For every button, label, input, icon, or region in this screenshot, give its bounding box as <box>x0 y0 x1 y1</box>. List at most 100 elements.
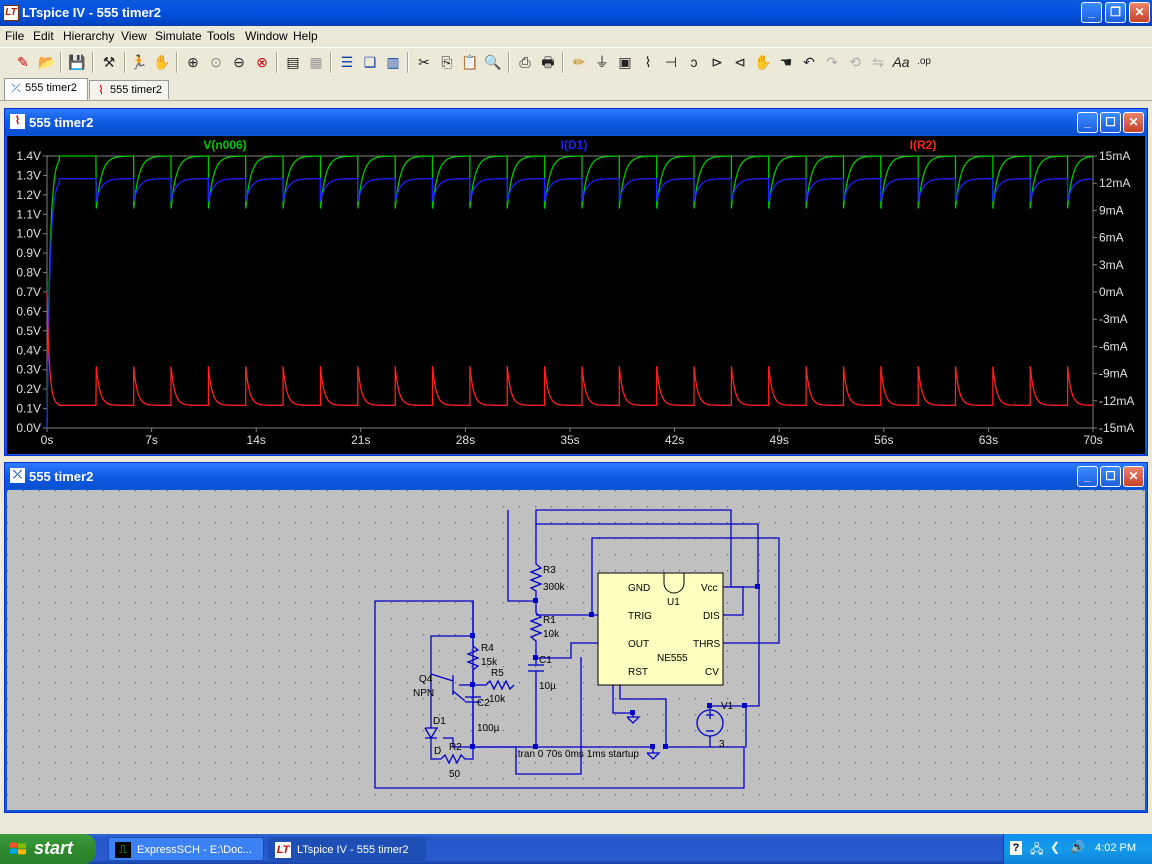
rotate-icon[interactable]: ⟲ <box>846 53 864 71</box>
capacitor-icon[interactable]: ⊣ <box>662 53 680 71</box>
control-panel-icon[interactable]: ⚒ <box>100 53 118 71</box>
legend-entry[interactable]: V(n006) <box>203 138 246 152</box>
d1-value: D <box>434 746 441 757</box>
close-button[interactable]: ✕ <box>1129 2 1150 23</box>
plot-window-title-bar[interactable]: ⌇ 555 timer2 _ ☐ ✕ <box>5 109 1147 135</box>
zoom-full-icon[interactable]: ⊗ <box>253 53 271 71</box>
tile-vertical-icon[interactable]: ▥ <box>384 53 402 71</box>
menu-edit[interactable]: Edit <box>33 29 54 43</box>
plot-close-button[interactable]: ✕ <box>1123 112 1144 133</box>
y-left-tick-label: 0.9V <box>16 246 41 260</box>
main-title-bar[interactable]: LT LTspice IV - 555 timer2 _ ❐ ✕ <box>0 0 1152 26</box>
plot-maximize-button[interactable]: ☐ <box>1100 112 1121 133</box>
print-icon[interactable]: 🖶 <box>539 53 557 71</box>
volume-icon[interactable]: 🔊 <box>1070 840 1085 854</box>
menu-bar: File Edit Hierarchy View Simulate Tools … <box>0 26 1152 46</box>
zoom-pan-icon[interactable]: ⊙ <box>207 53 225 71</box>
x-tick-label: 14s <box>247 433 266 447</box>
label-net-icon[interactable]: ▣ <box>616 53 634 71</box>
autorange-icon[interactable]: ▤ <box>284 53 302 71</box>
q4-label: Q4 <box>419 674 433 685</box>
tray-expand-icon[interactable]: ❮ <box>1050 840 1060 854</box>
y-left-tick-label: 0.1V <box>16 402 41 416</box>
y-left-tick-label: 0.4V <box>16 343 41 357</box>
waveform-settings-icon[interactable]: ▦ <box>307 53 325 71</box>
y-right-tick-label: -15mA <box>1099 421 1134 435</box>
draw-wire-icon[interactable]: ✏ <box>570 53 588 71</box>
save-icon[interactable]: 💾 <box>68 53 86 71</box>
text-icon[interactable]: Aa <box>892 53 910 71</box>
trace-id1[interactable] <box>46 178 1093 429</box>
x-tick-label: 21s <box>351 433 370 447</box>
tab-bar: ⤫ 555 timer2 ⌇ 555 timer2 <box>0 78 1152 101</box>
zoom-out-icon[interactable]: ⊖ <box>230 53 248 71</box>
part-value: NE555 <box>657 653 688 664</box>
taskbar-item-ltspice[interactable]: LT LTspice IV - 555 timer2 <box>268 837 426 861</box>
schem-maximize-button[interactable]: ☐ <box>1100 466 1121 487</box>
menu-help[interactable]: Help <box>293 29 318 43</box>
halt-icon[interactable]: ✋ <box>153 53 171 71</box>
trace-ir2[interactable] <box>46 291 1093 406</box>
run-icon[interactable]: 🏃 <box>130 53 148 71</box>
r1-label: R1 <box>543 615 556 626</box>
y-right-tick-label: 9mA <box>1099 203 1124 217</box>
help-icon[interactable]: ? <box>1010 841 1022 855</box>
ground-icon[interactable]: ⏚ <box>593 53 611 71</box>
trace-vn006[interactable] <box>46 155 1093 429</box>
menu-hierarchy[interactable]: Hierarchy <box>63 29 114 43</box>
find-icon[interactable]: 🔍 <box>484 53 502 71</box>
schematic-canvas[interactable]: GND Vcc U1 TRIG DIS OUT THRS NE555 RST C… <box>7 490 1145 810</box>
spice-directive[interactable]: .tran 0 70s 0ms 1ms startup <box>515 749 639 760</box>
tile-horizontal-icon[interactable]: ☰ <box>338 53 356 71</box>
menu-view[interactable]: View <box>121 29 147 43</box>
schem-minimize-button[interactable]: _ <box>1077 466 1098 487</box>
tab-schematic[interactable]: ⤫ 555 timer2 <box>4 78 88 100</box>
menu-window[interactable]: Window <box>245 29 288 43</box>
zoom-in-icon[interactable]: ⊕ <box>184 53 202 71</box>
inductor-icon[interactable]: ↄ <box>685 53 703 71</box>
print-setup-icon[interactable]: ⎙ <box>516 53 534 71</box>
y-left-tick-label: 1.2V <box>16 188 41 202</box>
menu-tools[interactable]: Tools <box>207 29 235 43</box>
legend-entry[interactable]: I(D1) <box>561 138 588 152</box>
copy-icon[interactable]: ⎘ <box>438 53 456 71</box>
spice-directive-icon[interactable]: .op <box>915 53 933 71</box>
undo-icon[interactable]: ↶ <box>800 53 818 71</box>
minimize-button[interactable]: _ <box>1081 2 1102 23</box>
new-schematic-icon[interactable]: ✎ <box>14 53 32 71</box>
waveform-plot[interactable]: 1.4V 1.3V 1.2V 1.1V 1.0V 0.9V 0.8V 0.7V 0.6V 0.5V… <box>7 136 1145 454</box>
plot-window[interactable]: ⌇ 555 timer2 _ ☐ ✕ 1.4V 1.3V 1.2V 1.1V 1.0V 0… <box>4 108 1148 456</box>
drag-icon[interactable]: ☚ <box>777 53 795 71</box>
component-icon[interactable]: ⊲ <box>731 53 749 71</box>
pin-label: GND <box>628 583 650 594</box>
menu-simulate[interactable]: Simulate <box>155 29 202 43</box>
plot-minimize-button[interactable]: _ <box>1077 112 1098 133</box>
r3-label: R3 <box>543 565 556 576</box>
pin-label: Vcc <box>701 583 718 594</box>
move-icon[interactable]: ✋ <box>754 53 772 71</box>
c2-label: C2 <box>477 698 490 709</box>
schematic-window-title-bar[interactable]: ⤫ 555 timer2 _ ☐ ✕ <box>5 463 1147 489</box>
diode-icon[interactable]: ⊳ <box>708 53 726 71</box>
network-icon[interactable]: 🖧 <box>1030 840 1043 861</box>
v1-label: V1 <box>721 701 734 712</box>
schematic-window[interactable]: ⤫ 555 timer2 _ ☐ ✕ GND Vcc U1 TRIG DIS O… <box>4 462 1148 813</box>
resistor-icon[interactable]: ⌇ <box>639 53 657 71</box>
start-button[interactable]: start <box>0 834 96 864</box>
schem-close-button[interactable]: ✕ <box>1123 466 1144 487</box>
cascade-icon[interactable]: ❏ <box>361 53 379 71</box>
y-right-tick-label: -6mA <box>1099 339 1128 353</box>
menu-file[interactable]: File <box>5 29 24 43</box>
y-left-tick-label: 0.2V <box>16 382 41 396</box>
cut-icon[interactable]: ✂ <box>415 53 433 71</box>
legend-entry[interactable]: I(R2) <box>910 138 937 152</box>
redo-icon[interactable]: ↷ <box>823 53 841 71</box>
mirror-icon[interactable]: ⇋ <box>869 53 887 71</box>
taskbar-item-expresssch[interactable]: ⎍ ExpressSCH - E:\Doc... <box>108 837 264 861</box>
ltspice-app-icon[interactable]: LT <box>3 5 19 21</box>
restore-button[interactable]: ❐ <box>1105 2 1126 23</box>
open-icon[interactable]: 📂 <box>38 53 56 71</box>
tab-waveform[interactable]: ⌇ 555 timer2 <box>89 80 169 99</box>
paste-icon[interactable]: 📋 <box>461 53 479 71</box>
y-right-tick-label: -12mA <box>1099 394 1134 408</box>
